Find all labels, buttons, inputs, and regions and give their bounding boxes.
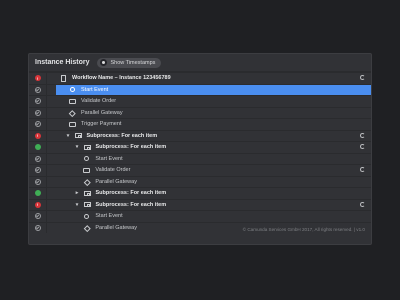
row-content: ▾ Subprocess: For each item xyxy=(56,200,371,211)
subprocess-icon xyxy=(74,132,82,139)
chevron-down-icon[interactable]: ▾ xyxy=(65,133,72,139)
status-cell xyxy=(29,96,47,107)
status-cell: ! xyxy=(29,130,47,141)
retry-icon[interactable] xyxy=(360,132,365,138)
completed-icon xyxy=(34,86,41,93)
row-label: Validate Order xyxy=(95,167,131,174)
row-label: Trigger Payment xyxy=(81,121,122,128)
subprocess-icon xyxy=(83,201,91,208)
completed-icon xyxy=(34,178,41,185)
instance-history-panel: Instance History Show Timestamps ! Workfl… xyxy=(28,53,372,245)
row-label: Parallel Gateway xyxy=(95,224,137,231)
completed-icon xyxy=(34,121,41,128)
tree-row[interactable]: Parallel Gateway xyxy=(29,106,371,119)
retry-icon[interactable] xyxy=(360,144,365,149)
status-cell xyxy=(29,211,47,222)
retry-icon[interactable] xyxy=(360,75,365,80)
completed-icon xyxy=(34,109,41,116)
row-label: Start Event xyxy=(95,155,123,162)
status-cell xyxy=(29,84,47,95)
status-cell xyxy=(29,119,47,130)
subprocess-icon xyxy=(83,190,91,197)
tree-row[interactable]: ! ▾ Subprocess: For each item xyxy=(29,198,371,211)
eye-icon xyxy=(100,59,108,66)
status-cell xyxy=(29,222,47,233)
row-content: Validate Order xyxy=(56,96,371,107)
start-event-icon xyxy=(83,213,90,220)
row-content: Parallel Gateway xyxy=(56,177,371,188)
tree-row[interactable]: Start Event xyxy=(29,152,371,165)
row-label: Start Event xyxy=(95,213,123,220)
completed-icon xyxy=(34,213,41,220)
chevron-right-icon[interactable]: ▸ xyxy=(74,190,81,196)
status-cell: ! xyxy=(29,73,47,84)
row-label: Validate Order xyxy=(81,98,117,105)
row-content: Parallel Gateway xyxy=(56,108,371,119)
completed-icon xyxy=(34,224,41,231)
tree-row[interactable]: Validate Order xyxy=(29,95,371,107)
row-label: Subprocess: For each item xyxy=(95,144,167,151)
start-event-icon xyxy=(69,86,76,93)
completed-icon xyxy=(34,167,41,174)
show-timestamps-button[interactable]: Show Timestamps xyxy=(97,57,162,68)
row-content: Start Event xyxy=(56,211,371,222)
completed-icon xyxy=(34,155,41,162)
panel-header: Instance History Show Timestamps xyxy=(29,54,371,72)
row-label: Subprocess: For each item xyxy=(95,190,167,197)
tree-row[interactable]: Start Event xyxy=(29,210,371,222)
tree-row[interactable]: Validate Order xyxy=(29,164,371,176)
tree-row[interactable]: ! Workflow Name – Instance 123456789 xyxy=(29,72,371,84)
row-label: Subprocess: For each item xyxy=(86,132,158,139)
show-timestamps-label: Show Timestamps xyxy=(110,59,156,66)
tree-row[interactable]: Parallel Gateway xyxy=(29,175,371,188)
active-icon xyxy=(34,190,41,197)
row-label: Parallel Gateway xyxy=(95,178,137,185)
row-content: ▸ Subprocess: For each item xyxy=(56,188,371,199)
retry-icon[interactable] xyxy=(360,167,365,172)
row-content: ▾ Subprocess: For each item xyxy=(56,131,371,142)
status-cell xyxy=(29,107,47,118)
task-icon xyxy=(69,121,76,128)
row-content: Workflow Name – Instance 123456789 xyxy=(56,73,371,84)
tree-row[interactable]: ▾ Subprocess: For each item xyxy=(29,141,371,153)
panel-title: Instance History xyxy=(35,59,90,66)
history-tree: ! Workflow Name – Instance 123456789 Start… xyxy=(29,72,371,233)
gateway-icon xyxy=(69,109,76,116)
completed-icon xyxy=(34,98,41,105)
row-label: Workflow Name – Instance 123456789 xyxy=(72,75,171,82)
row-content: Start Event xyxy=(56,84,371,95)
row-content: Start Event xyxy=(56,154,371,165)
task-icon xyxy=(83,167,91,174)
status-cell xyxy=(29,165,47,176)
chevron-down-icon[interactable]: ▾ xyxy=(74,202,81,208)
status-cell: ! xyxy=(29,199,47,210)
gateway-icon xyxy=(83,224,91,231)
tree-row[interactable]: ▸ Subprocess: For each item xyxy=(29,187,371,199)
row-content: ▾ Subprocess: For each item xyxy=(56,142,371,153)
incident-icon: ! xyxy=(34,75,41,82)
tree-row[interactable]: Trigger Payment xyxy=(29,118,371,130)
copyright-footer: © Camunda Services GmbH 2017, All rights… xyxy=(242,227,365,232)
row-label: Parallel Gateway xyxy=(81,109,123,116)
status-cell xyxy=(29,142,47,153)
chevron-down-icon[interactable]: ▾ xyxy=(74,144,81,150)
tree-row[interactable]: ! ▾ Subprocess: For each item xyxy=(29,129,371,142)
task-icon xyxy=(69,98,76,105)
start-event-icon xyxy=(83,155,90,162)
incident-icon: ! xyxy=(34,132,41,139)
tree-row[interactable]: Start Event xyxy=(29,83,371,95)
row-content: Validate Order xyxy=(56,165,371,176)
status-cell xyxy=(29,188,47,199)
subprocess-icon xyxy=(83,144,91,151)
incident-icon: ! xyxy=(34,201,41,208)
document-icon xyxy=(60,74,67,82)
retry-icon[interactable] xyxy=(360,201,365,207)
row-label: Subprocess: For each item xyxy=(95,201,167,208)
active-icon xyxy=(34,144,41,151)
status-cell xyxy=(29,153,47,164)
status-cell xyxy=(29,176,47,187)
gateway-icon xyxy=(83,178,91,185)
row-label: Start Event xyxy=(81,86,109,93)
row-content: Trigger Payment xyxy=(56,119,371,130)
